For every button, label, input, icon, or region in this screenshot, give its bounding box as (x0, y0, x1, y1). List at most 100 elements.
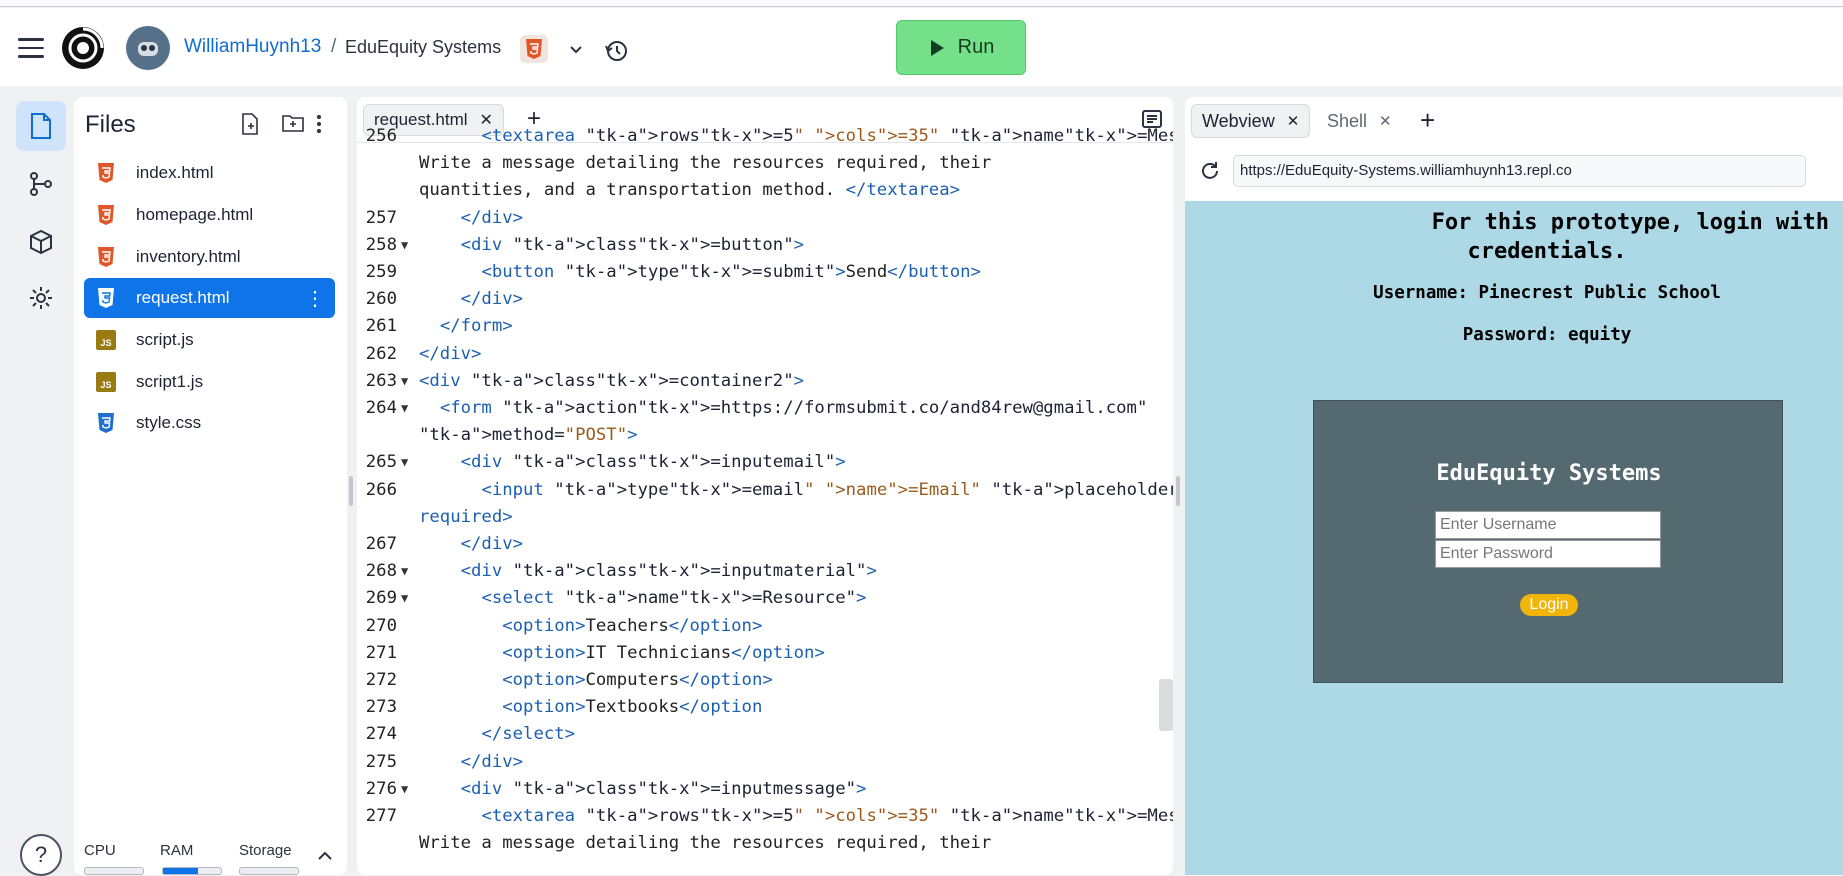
line-number: 260 (365, 289, 397, 310)
fold-arrow-icon[interactable]: ▼ (401, 776, 408, 803)
file-options-icon[interactable]: ⋮ (305, 286, 325, 311)
tab-shell[interactable]: Shell ✕ (1317, 104, 1402, 138)
line-number: 266 (365, 479, 397, 500)
username-link[interactable]: WilliamHuynh13 (184, 36, 321, 58)
refresh-icon[interactable] (1199, 160, 1221, 187)
password-hint: Password: equity (1462, 325, 1632, 345)
storage-bar (239, 867, 299, 875)
avatar[interactable] (126, 26, 170, 70)
files-icon[interactable] (16, 101, 66, 151)
code-text: <option>Textbooks</option (502, 697, 763, 718)
git-branch-icon[interactable] (16, 159, 66, 209)
code-text: "tk-a">method="POST"> (419, 425, 638, 446)
code-text: Write a message detailing the resources … (419, 153, 992, 174)
javascript-icon: JS (94, 370, 118, 394)
username-hint: Username: Pinecrest Public School (1373, 283, 1721, 303)
javascript-icon: JS (94, 328, 118, 352)
code-text: </form> (439, 316, 513, 337)
svg-text:JS: JS (100, 338, 111, 348)
line-number: 265 (365, 452, 397, 473)
file-name: script1.js (136, 372, 204, 391)
project-name[interactable]: EduEquity Systems (345, 37, 501, 58)
replit-logo[interactable] (62, 27, 104, 69)
code-text: Write a message detailing the resources … (419, 833, 992, 854)
file-name: homepage.html (136, 205, 254, 224)
browser-top-edge (0, 0, 1843, 7)
line-number: 272 (365, 670, 397, 690)
file-item-script1-js[interactable]: JS script1.js (84, 362, 335, 402)
css3-icon (94, 411, 118, 435)
file-name: script.js (136, 330, 194, 349)
editor-scrollbar[interactable] (1159, 679, 1173, 731)
menu-icon[interactable] (18, 38, 44, 58)
panel-resize-handle[interactable] (1176, 476, 1180, 506)
fold-arrow-icon[interactable]: ▼ (401, 449, 408, 476)
files-panel: Files index.html homepage.html inventory… (74, 97, 347, 875)
login-button[interactable]: Login (1520, 594, 1578, 616)
fold-arrow-icon[interactable]: ▼ (401, 395, 408, 422)
storage-label: Storage (239, 842, 292, 859)
code-text: <input "tk-a">type"tk-x">=email" ">name"… (481, 479, 1173, 500)
code-text: </div> (460, 289, 524, 310)
line-number: 270 (365, 615, 397, 636)
tab-webview[interactable]: Webview ✕ (1191, 104, 1311, 138)
file-item-style-css[interactable]: style.css (84, 403, 335, 443)
close-icon[interactable]: ✕ (1287, 112, 1300, 130)
fold-arrow-icon[interactable]: ▼ (401, 558, 408, 585)
line-number: 257 (365, 207, 397, 228)
url-input[interactable]: https://EduEquity-Systems.williamhuynh13… (1233, 155, 1806, 187)
code-text: <form "tk-a">action"tk-x">=https://forms… (439, 398, 1148, 418)
tab-label: Shell (1327, 110, 1368, 131)
fold-arrow-icon[interactable]: ▼ (401, 232, 408, 259)
file-item-index-html[interactable]: index.html (84, 153, 335, 193)
history-icon[interactable] (604, 38, 630, 64)
new-folder-icon[interactable] (282, 113, 306, 137)
help-icon[interactable]: ? (20, 834, 62, 876)
code-text: <option>IT Technicians</option> (502, 642, 825, 663)
breadcrumb-separator: / (331, 36, 337, 57)
chevron-down-icon[interactable] (566, 40, 586, 60)
css3-icon (94, 286, 118, 310)
line-number: 274 (365, 724, 397, 745)
tab-label: Webview (1202, 110, 1275, 131)
login-box: EduEquity Systems Enter Username Enter P… (1313, 400, 1783, 683)
chevron-up-icon[interactable] (317, 849, 333, 868)
close-icon[interactable]: ✕ (1379, 112, 1392, 130)
fold-arrow-icon[interactable]: ▼ (401, 585, 408, 612)
code-text: <div "tk-a">class"tk-x">=container2"> (419, 370, 805, 391)
code-text: <div "tk-a">class"tk-x">=inputmaterial"> (460, 561, 877, 582)
run-button[interactable]: Run (896, 20, 1026, 75)
username-input[interactable]: Enter Username (1435, 511, 1661, 539)
add-tab-icon[interactable]: + (1420, 107, 1435, 133)
password-input[interactable]: Enter Password (1435, 540, 1661, 568)
ram-label: RAM (160, 842, 194, 859)
html5-icon[interactable] (520, 35, 548, 63)
code-text: quantities, and a transportation method.… (419, 180, 961, 201)
file-item-inventory-html[interactable]: inventory.html (84, 237, 335, 277)
svg-text:JS: JS (100, 380, 111, 390)
line-number: 276 (365, 778, 397, 799)
fold-arrow-icon[interactable]: ▼ (401, 368, 408, 395)
code-text: <option>Teachers</option> (502, 615, 763, 636)
file-item-request-html[interactable]: request.html ⋮ (84, 278, 335, 318)
ram-bar (162, 867, 222, 875)
code-text: </select> (481, 724, 576, 745)
left-rail (10, 97, 73, 875)
file-item-homepage-html[interactable]: homepage.html (84, 195, 335, 235)
code-text: required> (419, 506, 513, 527)
settings-gear-icon[interactable] (16, 273, 66, 323)
login-instructions-heading-cont: credentials. (1467, 239, 1627, 264)
html5-icon (94, 203, 118, 227)
panel-resize-handle[interactable] (349, 476, 353, 506)
file-name: inventory.html (136, 247, 241, 266)
more-options-icon[interactable] (316, 113, 340, 137)
packages-icon[interactable] (16, 217, 66, 267)
webview-content: For this prototype, login with the follo… (1185, 201, 1843, 875)
html5-icon (94, 245, 118, 269)
code-text: </div> (460, 534, 524, 554)
file-item-script-js[interactable]: JS script.js (84, 320, 335, 360)
code-text: <textarea "tk-a">rows"tk-x">=5" ">cols">… (481, 806, 1173, 826)
code-text: <button "tk-a">type"tk-x">=submit">Send<… (481, 262, 981, 282)
file-name: style.css (136, 413, 202, 432)
new-file-icon[interactable] (240, 113, 264, 137)
